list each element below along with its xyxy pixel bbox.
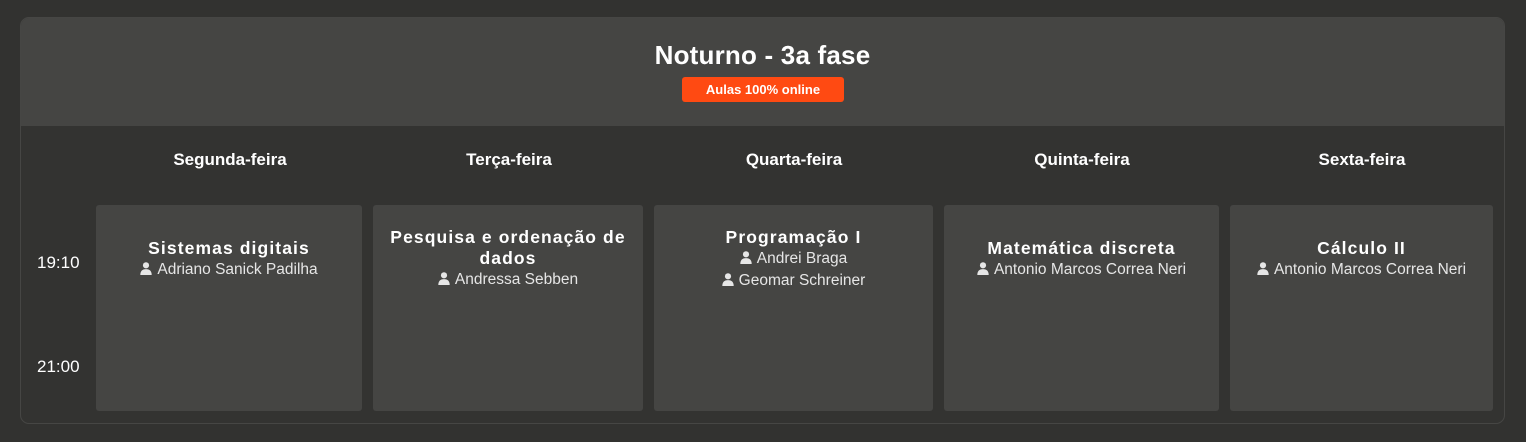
course-name: Programação I (725, 227, 862, 247)
course-name: Cálculo II (1317, 238, 1406, 258)
day-header-thursday: Quinta-feira (1034, 150, 1130, 169)
day-header-tuesday: Terça-feira (466, 150, 552, 169)
class-card-wednesday[interactable]: Programação I Andrei Braga Geomar Schrei… (654, 205, 933, 411)
class-card-tuesday[interactable]: Pesquisa e ordenação de dados Andressa S… (373, 205, 643, 411)
day-header-wednesday: Quarta-feira (745, 150, 843, 169)
teacher-line: Antonio Marcos Correa Neri (1244, 259, 1479, 281)
schedule-title: Noturno - 3a fase (654, 40, 871, 70)
person-icon (140, 262, 153, 275)
teacher-name: Adriano Sanick Padilha (157, 261, 318, 278)
teacher-name: Geomar Schreiner (738, 272, 866, 289)
person-icon (1257, 262, 1269, 275)
course-name: Pesquisa e ordenação de dados (390, 227, 626, 268)
day-header-friday: Sexta-feira (1318, 150, 1406, 169)
teacher-line: Andrei Braga (668, 248, 919, 270)
teacher-name: Andressa Sebben (454, 271, 579, 288)
time-start: 19:10 (37, 253, 80, 272)
teacher-line: Antonio Marcos Correa Neri (958, 259, 1205, 281)
teacher-line: Geomar Schreiner (668, 270, 919, 292)
person-icon (438, 272, 450, 285)
day-header-monday: Segunda-feira (173, 150, 287, 169)
teacher-line: Andressa Sebben (387, 269, 629, 291)
schedule-header: Noturno - 3a fase Aulas 100% online (21, 18, 1504, 126)
teacher-name: Andrei Braga (756, 250, 848, 267)
time-end: 21:00 (37, 357, 80, 376)
class-card-monday[interactable]: Sistemas digitais Adriano Sanick Padilha (96, 205, 362, 411)
course-name: Sistemas digitais (148, 238, 310, 258)
person-icon (740, 251, 752, 264)
person-icon (977, 262, 989, 275)
teacher-line: Adriano Sanick Padilha (110, 259, 348, 281)
course-name: Matemática discreta (987, 238, 1176, 258)
class-card-thursday[interactable]: Matemática discreta Antonio Marcos Corre… (944, 205, 1219, 411)
teacher-name: Antonio Marcos Correa Neri (993, 261, 1187, 278)
schedule-panel: Noturno - 3a fase Aulas 100% online Segu… (20, 17, 1505, 424)
teacher-name: Antonio Marcos Correa Neri (1273, 261, 1467, 278)
person-icon (721, 273, 734, 286)
online-badge: Aulas 100% online (682, 77, 844, 102)
class-card-friday[interactable]: Cálculo II Antonio Marcos Correa Neri (1230, 205, 1493, 411)
